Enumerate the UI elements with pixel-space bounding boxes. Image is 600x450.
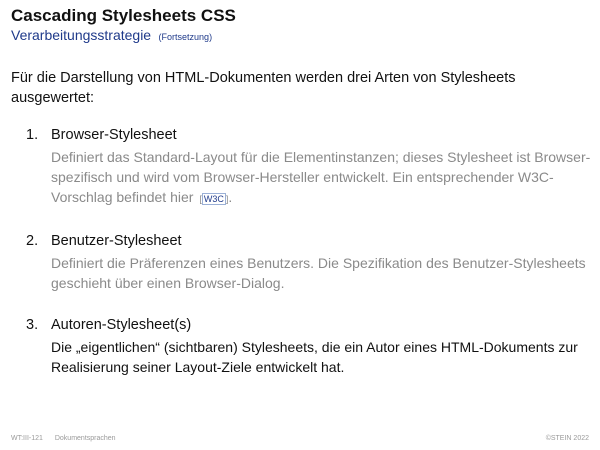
item-description: Definiert das Standard-Layout für die El… bbox=[51, 147, 591, 209]
item-title: Autoren-Stylesheet(s) bbox=[51, 317, 192, 333]
item-title: Browser-Stylesheet bbox=[51, 127, 177, 143]
slide-title: Cascading Stylesheets CSS bbox=[11, 6, 236, 25]
item-number: 1. bbox=[26, 127, 39, 143]
item-title: Benutzer-Stylesheet bbox=[51, 233, 182, 249]
slide-header: Cascading Stylesheets CSS Verarbeitungss… bbox=[11, 6, 589, 45]
intro-paragraph: Für die Darstellung von HTML-Dokumenten … bbox=[11, 70, 516, 106]
w3c-reference: [W3C] bbox=[199, 193, 228, 205]
w3c-link[interactable]: W3C bbox=[201, 193, 226, 205]
stylesheet-list: 1. Browser-Stylesheet Definiert das Stan… bbox=[26, 125, 591, 377]
item-description: Die „eigentlichen“ (sichtbaren) Styleshe… bbox=[51, 339, 578, 375]
slide-subtitle: Verarbeitungsstrategie bbox=[11, 27, 152, 43]
subtitle-row: Verarbeitungsstrategie (Fortsetzung) bbox=[11, 27, 589, 45]
item-description-text: Definiert das Standard-Layout für die El… bbox=[51, 149, 591, 205]
item-number: 3. bbox=[26, 317, 39, 333]
subtitle-note: (Fortsetzung) bbox=[158, 32, 213, 42]
list-item-browser-stylesheet: 1. Browser-Stylesheet Definiert das Stan… bbox=[26, 125, 591, 209]
item-description: Definiert die Präferenzen eines Benutzer… bbox=[51, 255, 586, 291]
item-number: 2. bbox=[26, 233, 39, 249]
course-name: Dokumentsprachen bbox=[54, 435, 116, 442]
list-item-author-stylesheets: 3. Autoren-Stylesheet(s) Die „eigentlich… bbox=[26, 315, 591, 377]
item-description-suffix: . bbox=[228, 189, 233, 205]
slide-number: WT:III-121 bbox=[11, 435, 43, 442]
copyright: ©STEIN 2022 bbox=[545, 435, 589, 442]
footer-left: WT:III-121 Dokumentsprachen bbox=[11, 433, 589, 445]
slide-footer: WT:III-121 Dokumentsprachen ©STEIN 2022 bbox=[11, 433, 589, 445]
list-item-user-stylesheet: 2. Benutzer-Stylesheet Definiert die Prä… bbox=[26, 231, 591, 293]
